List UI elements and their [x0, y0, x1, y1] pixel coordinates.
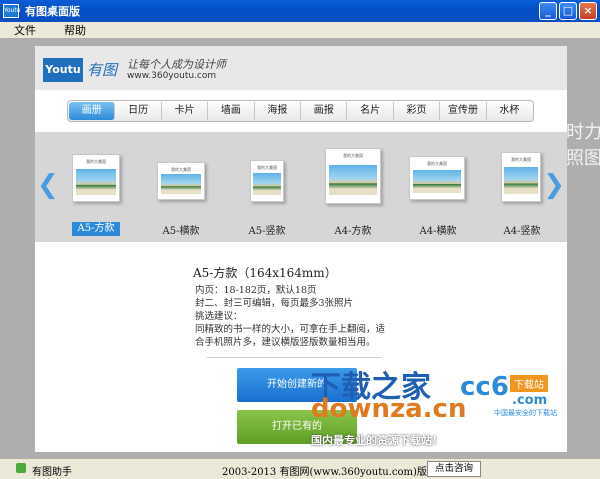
watermark-com: .com: [512, 393, 548, 408]
header: Youtu 有图 让每个人成为设计师 www.360youtu.com: [35, 46, 567, 90]
tab-business-card[interactable]: 名片: [347, 102, 394, 120]
detail-line: 封二、封三可编辑，每页最多3张照片: [195, 298, 354, 309]
tab-album[interactable]: 画册: [69, 102, 116, 120]
chevron-left-icon[interactable]: ❮: [37, 170, 59, 200]
watermark-cc6-tagline: 中国最安全的下载站: [494, 409, 557, 417]
side-decoration-text: 照图: [566, 148, 600, 169]
minimize-icon[interactable]: _: [539, 2, 557, 20]
album-mini-title: 我的大美国: [511, 157, 531, 162]
detail-title: A5-方款（164x164mm）: [193, 266, 337, 280]
album-label[interactable]: A5-方款: [72, 222, 120, 236]
side-decoration-text: 时力: [566, 122, 600, 143]
consult-button[interactable]: 点击咨询: [427, 461, 481, 477]
album-label[interactable]: A4-竖款: [487, 222, 557, 237]
detail-description: 内页：18-182页，默认18页 封二、封三可编辑，每页最多3张照片 挑选建议：…: [195, 284, 385, 349]
detail-line: 合手机照片多，建议横版竖版数量相当用。: [195, 337, 376, 348]
album-a5-portrait[interactable]: 我的大美国: [250, 160, 284, 202]
slogan: 让每个人成为设计师: [127, 58, 226, 71]
window-controls: _ □ ×: [539, 2, 597, 20]
watermark-tagline: 国内最专业的资源下载站！: [311, 434, 443, 447]
album-a4-landscape[interactable]: 我的大美国: [409, 156, 465, 200]
tab-mug[interactable]: 水杯: [487, 102, 532, 120]
watermark-cc6: cc6: [460, 372, 509, 402]
assistant-label[interactable]: 有图助手: [32, 463, 72, 478]
watermark-badge: 下载站: [510, 375, 548, 392]
album-mini-title: 我的大美国: [427, 161, 447, 166]
album-a4-square[interactable]: 我的大美国: [325, 148, 381, 204]
album-photo: [329, 165, 377, 196]
tab-card[interactable]: 卡片: [162, 102, 209, 120]
tab-wall-art[interactable]: 墙画: [208, 102, 255, 120]
divider: [207, 357, 381, 358]
menu-file[interactable]: 文件: [12, 22, 38, 38]
album-a5-landscape[interactable]: 我的大美国: [157, 162, 205, 200]
album-a4-portrait[interactable]: 我的大美国: [501, 152, 541, 202]
site-url: www.360youtu.com: [127, 71, 217, 81]
logo-cn: 有图: [87, 61, 118, 79]
close-icon[interactable]: ×: [579, 2, 597, 20]
album-label[interactable]: A5-横款: [146, 222, 216, 237]
detail-line: 内页：18-182页，默认18页: [195, 285, 317, 296]
album-label[interactable]: A5-竖款: [232, 222, 302, 237]
copyright-text: 2003-2013 有图网(www.360youtu.com)版权所有: [222, 467, 457, 478]
tab-color-page[interactable]: 彩页: [394, 102, 441, 120]
detail-line: 挑选建议：: [195, 311, 243, 322]
watermark-domain: downza.cn: [311, 394, 467, 424]
title-bar: Youtu 有图桌面版 _ □ ×: [0, 0, 600, 22]
album-label[interactable]: A4-横款: [403, 222, 473, 237]
tab-calendar[interactable]: 日历: [115, 102, 162, 120]
album-photo: [504, 167, 538, 195]
chevron-right-icon[interactable]: ❯: [543, 170, 565, 200]
tab-brochure[interactable]: 宣传册: [440, 102, 487, 120]
album-photo: [252, 173, 282, 196]
album-mini-title: 我的大美国: [86, 159, 106, 164]
maximize-icon[interactable]: □: [559, 2, 577, 20]
window-title: 有图桌面版: [25, 5, 80, 18]
logo: Youtu: [43, 58, 83, 82]
category-tabs: 画册 日历 卡片 墙画 海报 画报 名片 彩页 宣传册 水杯: [67, 100, 534, 122]
content-area: Youtu 有图 让每个人成为设计师 www.360youtu.com 画册 日…: [0, 38, 600, 458]
album-a5-square[interactable]: 我的大美国: [72, 154, 120, 202]
album-mini-title: 我的大美国: [343, 153, 363, 158]
menu-bar: 文件 帮助: [0, 22, 600, 38]
album-mini-title: 我的大美国: [171, 167, 191, 172]
detail-line: 同精致的书一样的大小，可拿在手上翻阅，适: [195, 324, 386, 335]
status-bar: 有图助手 2003-2013 有图网(www.360youtu.com)版权所有…: [0, 458, 600, 479]
menu-help[interactable]: 帮助: [62, 22, 88, 38]
album-label[interactable]: A4-方款: [318, 222, 388, 237]
album-carousel: ❮ ❯ 我的大美国 A5-方款 我的大美国 A5-横款 我的大美国 A5-竖款 …: [35, 132, 567, 242]
album-photo: [75, 168, 117, 195]
app-icon: Youtu: [3, 4, 21, 18]
album-photo: [413, 169, 461, 194]
album-mini-title: 我的大美国: [257, 165, 277, 170]
album-photo: [160, 173, 202, 194]
tab-poster[interactable]: 海报: [255, 102, 302, 120]
speaker-icon[interactable]: [16, 463, 26, 473]
tab-pictorial[interactable]: 画报: [301, 102, 348, 120]
